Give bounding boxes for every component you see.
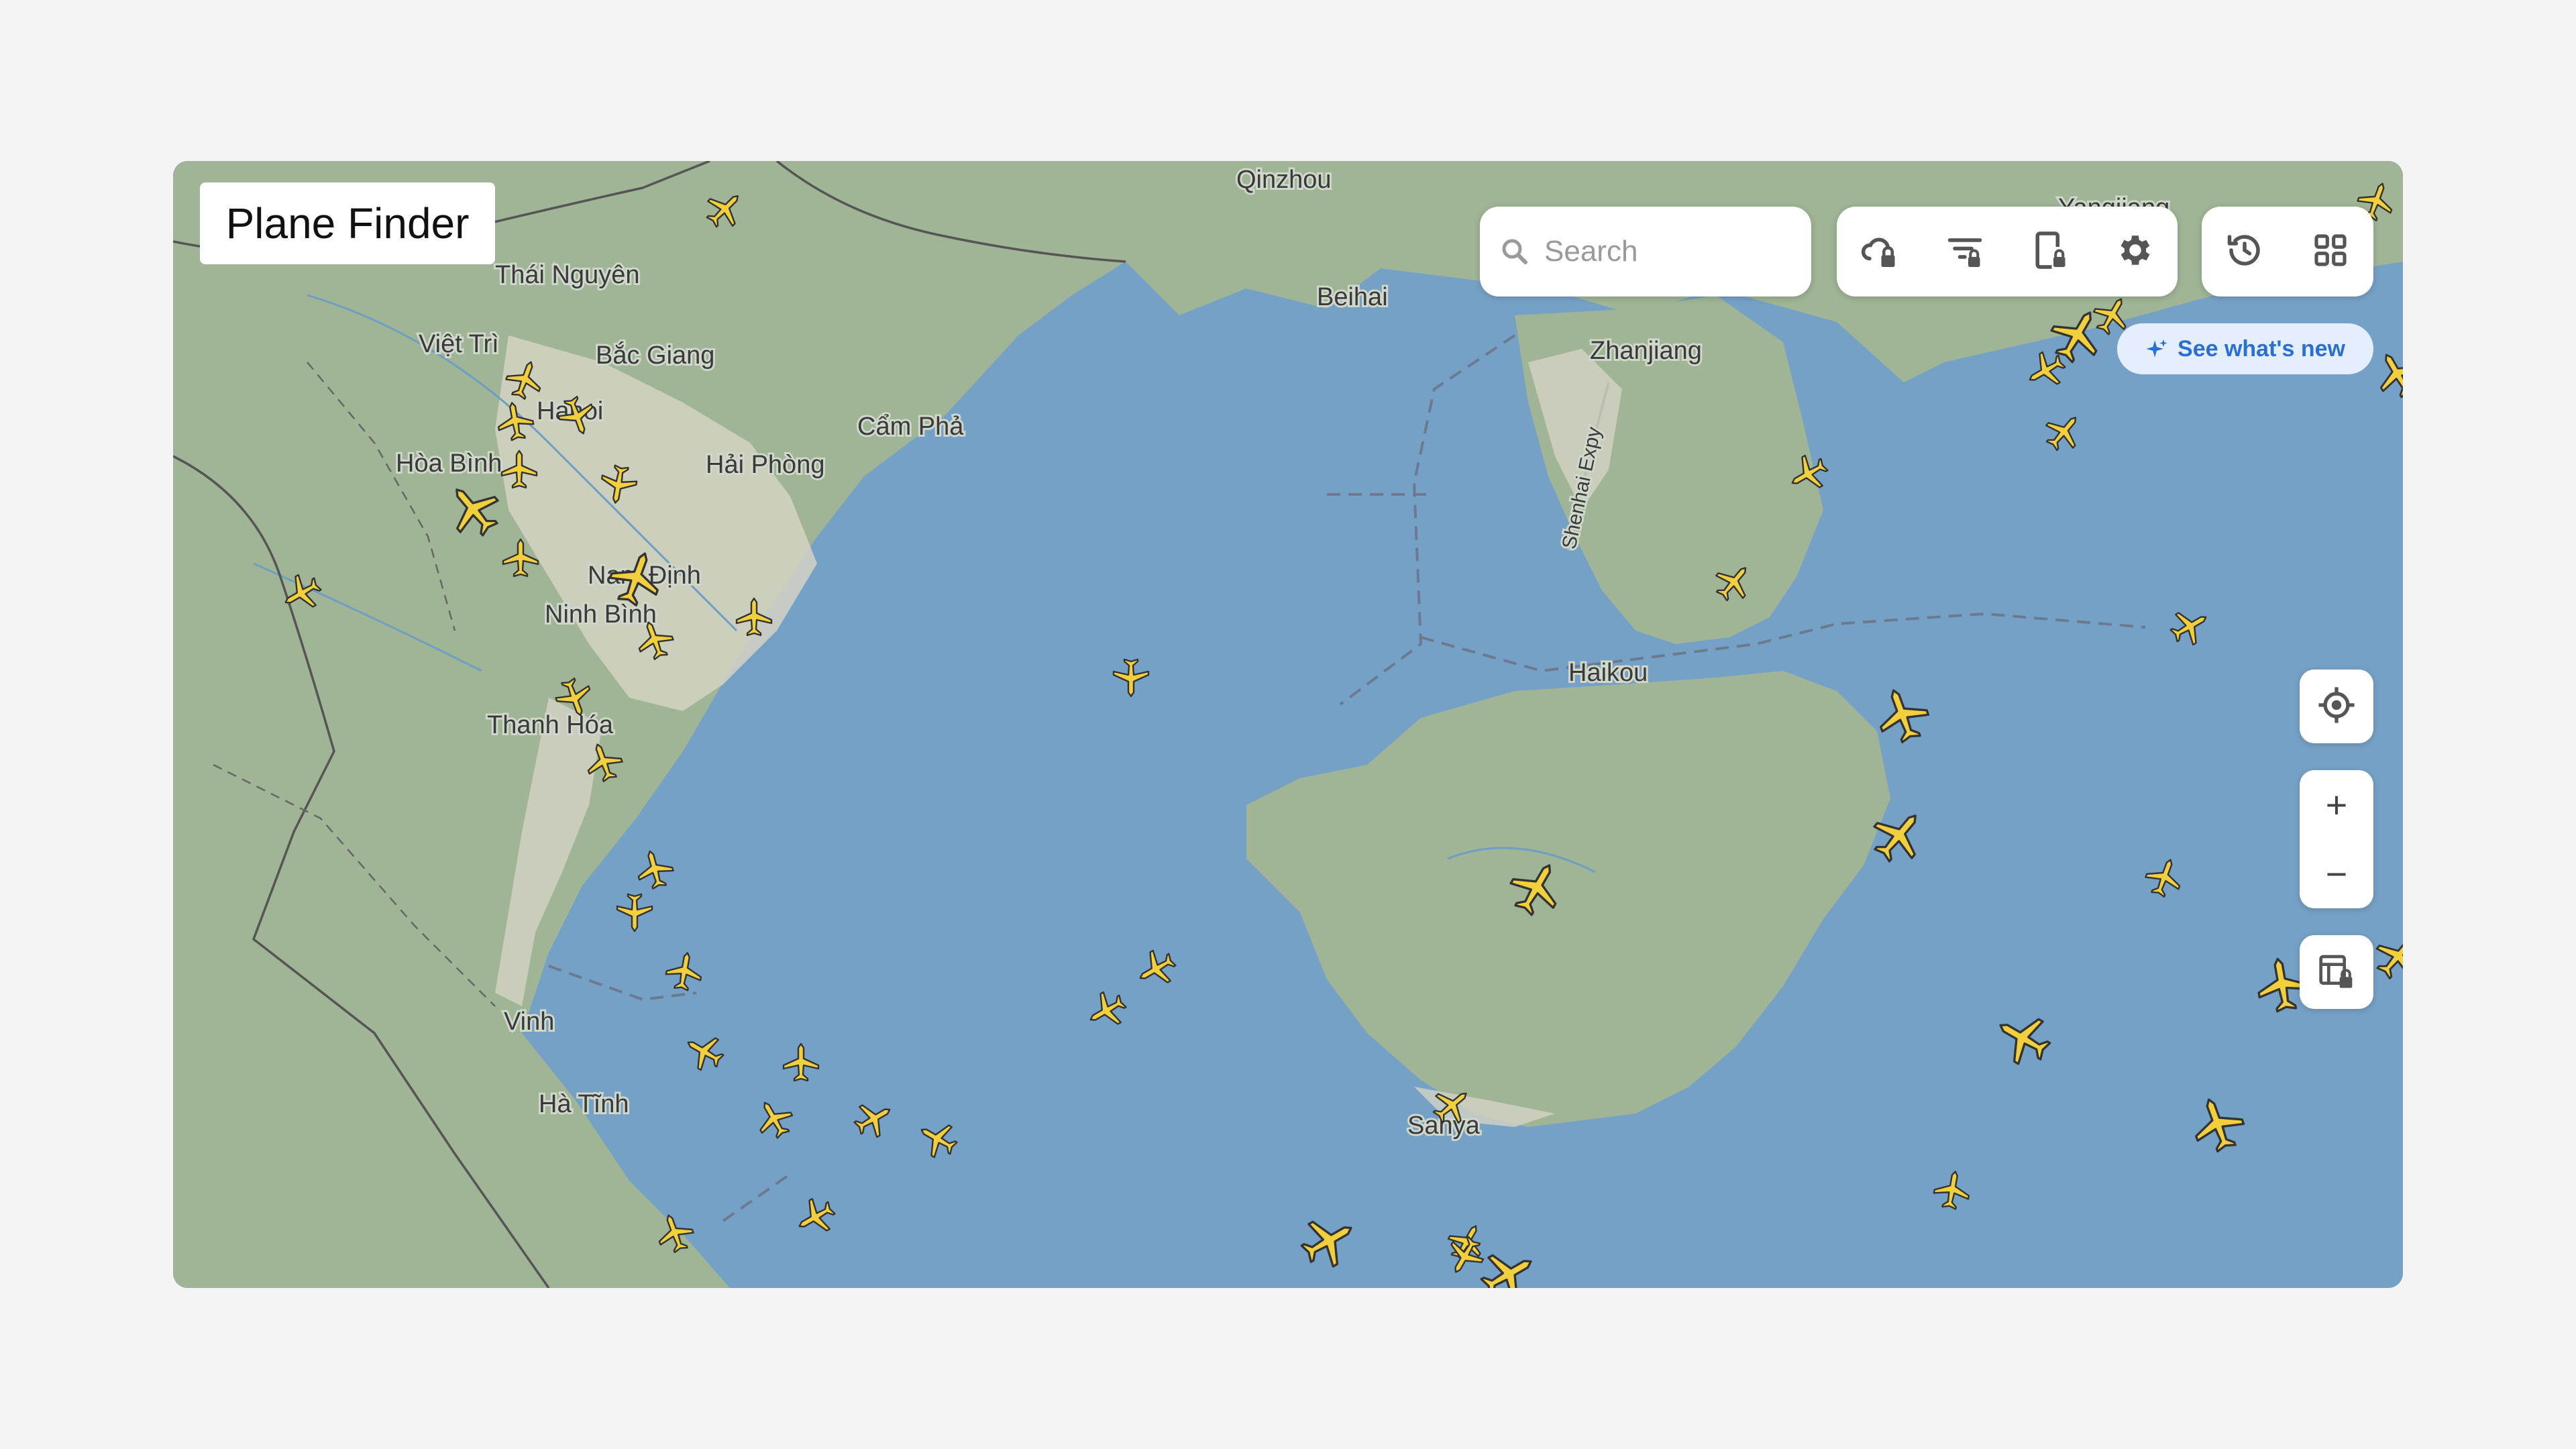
device-lock-icon: [2030, 230, 2070, 274]
search-bar[interactable]: [1480, 207, 1811, 297]
settings-button[interactable]: [2102, 218, 2169, 285]
locate-control: [2300, 669, 2373, 743]
weather-lock-icon: [1860, 230, 1900, 274]
gear-icon: [2115, 230, 2155, 274]
label-haikou: Haikou: [1568, 659, 1648, 687]
label-hoa-binh: Hòa Bình: [396, 449, 502, 478]
label-thai-nguyen: Thái Nguyên: [495, 261, 639, 289]
zoom-in-button[interactable]: +: [2303, 775, 2370, 835]
label-thanh-hoa: Thanh Hóa: [487, 711, 614, 739]
sparkle-icon: [2145, 337, 2168, 360]
weather-lock-button[interactable]: [1846, 218, 1913, 285]
history-button[interactable]: [2211, 218, 2278, 285]
device-lock-button[interactable]: [2017, 218, 2084, 285]
locate-icon: [2317, 686, 2356, 728]
filter-lock-button[interactable]: [1931, 218, 1998, 285]
zoom-out-button[interactable]: −: [2303, 844, 2370, 904]
label-vinh: Vinh: [504, 1008, 554, 1036]
whats-new-label: See what's new: [2178, 335, 2345, 362]
label-ha-tinh: Hà Tĩnh: [539, 1090, 629, 1118]
primary-toolbar: [1837, 207, 2178, 297]
search-input[interactable]: [1543, 234, 1787, 269]
grid-menu-button[interactable]: [2297, 218, 2364, 285]
search-icon: [1499, 235, 1531, 268]
label-hai-phong: Hải Phòng: [706, 451, 824, 479]
label-bac-giang: Bắc Giang: [596, 341, 714, 370]
label-viet-tri: Việt Trì: [419, 330, 499, 358]
map-window[interactable]: Qinzhou Yangjiang Thái Nguyên Việt Trì B…: [173, 161, 2403, 1288]
label-qinzhou: Qinzhou: [1236, 166, 1332, 194]
filter-lock-icon: [1945, 230, 1985, 274]
secondary-toolbar: [2202, 207, 2373, 297]
layers-control: [2300, 935, 2373, 1009]
layers-lock-icon: [2318, 952, 2355, 993]
app-title: Plane Finder: [200, 182, 495, 264]
label-cam-pha: Cẩm Phả: [857, 413, 964, 441]
whats-new-button[interactable]: See what's new: [2117, 323, 2373, 374]
label-zhanjiang: Zhanjiang: [1590, 337, 1702, 365]
label-beihai: Beihai: [1317, 283, 1388, 311]
grid-menu-icon: [2312, 231, 2349, 272]
history-icon: [2224, 230, 2265, 274]
layers-button[interactable]: [2303, 942, 2370, 1002]
map-canvas[interactable]: Qinzhou Yangjiang Thái Nguyên Việt Trì B…: [173, 161, 2403, 1288]
zoom-control: + −: [2300, 770, 2373, 908]
label-ninh-binh: Ninh Bình: [545, 600, 657, 629]
locate-button[interactable]: [2303, 676, 2370, 737]
